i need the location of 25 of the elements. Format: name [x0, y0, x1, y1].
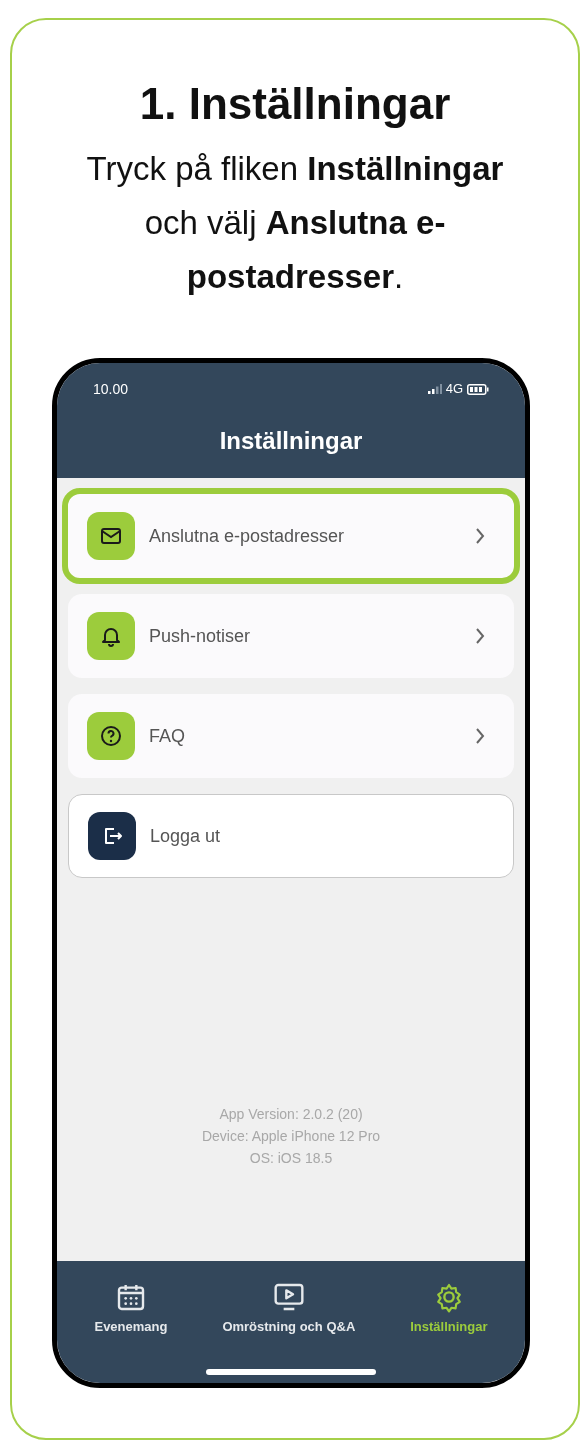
tab[interactable]: Evenemang	[94, 1281, 168, 1337]
app-info-text: OS: iOS 18.5	[249, 1149, 333, 1168]
step-title: 1. Inställningar	[139, 78, 451, 130]
tab[interactable]: Inställningar	[410, 1281, 488, 1337]
instruction-text: Tryck på fliken Inställningar och välj Anslutna e-postadresser.	[85, 149, 505, 297]
screen-title: Inställningar	[219, 425, 363, 456]
chevron-icon	[475, 527, 485, 545]
question-icon	[87, 712, 135, 760]
menu-item[interactable]: FAQ	[68, 694, 514, 778]
app-info-text: Device: Apple iPhone 12 Pro	[201, 1127, 381, 1146]
network-label: 4G	[445, 380, 463, 399]
play-screen-icon	[272, 1281, 305, 1313]
signal-icon	[427, 384, 442, 394]
chevron-icon	[475, 727, 485, 745]
app-info-text: App Version: 2.0.2 (20)	[219, 1105, 363, 1124]
menu-item[interactable]: Push-notiser	[68, 594, 514, 678]
menu-item[interactable]: Logga ut	[68, 794, 514, 878]
status-time: 10.00	[93, 379, 129, 399]
chevron-icon	[475, 627, 485, 645]
bell-icon	[87, 612, 135, 660]
tab[interactable]: Omröstning och Q&A	[222, 1281, 356, 1337]
menu-item[interactable]: Anslutna e-postadresser	[62, 488, 520, 584]
envelope-icon	[87, 512, 135, 560]
battery-icon	[467, 383, 489, 395]
logout-icon	[88, 812, 136, 860]
